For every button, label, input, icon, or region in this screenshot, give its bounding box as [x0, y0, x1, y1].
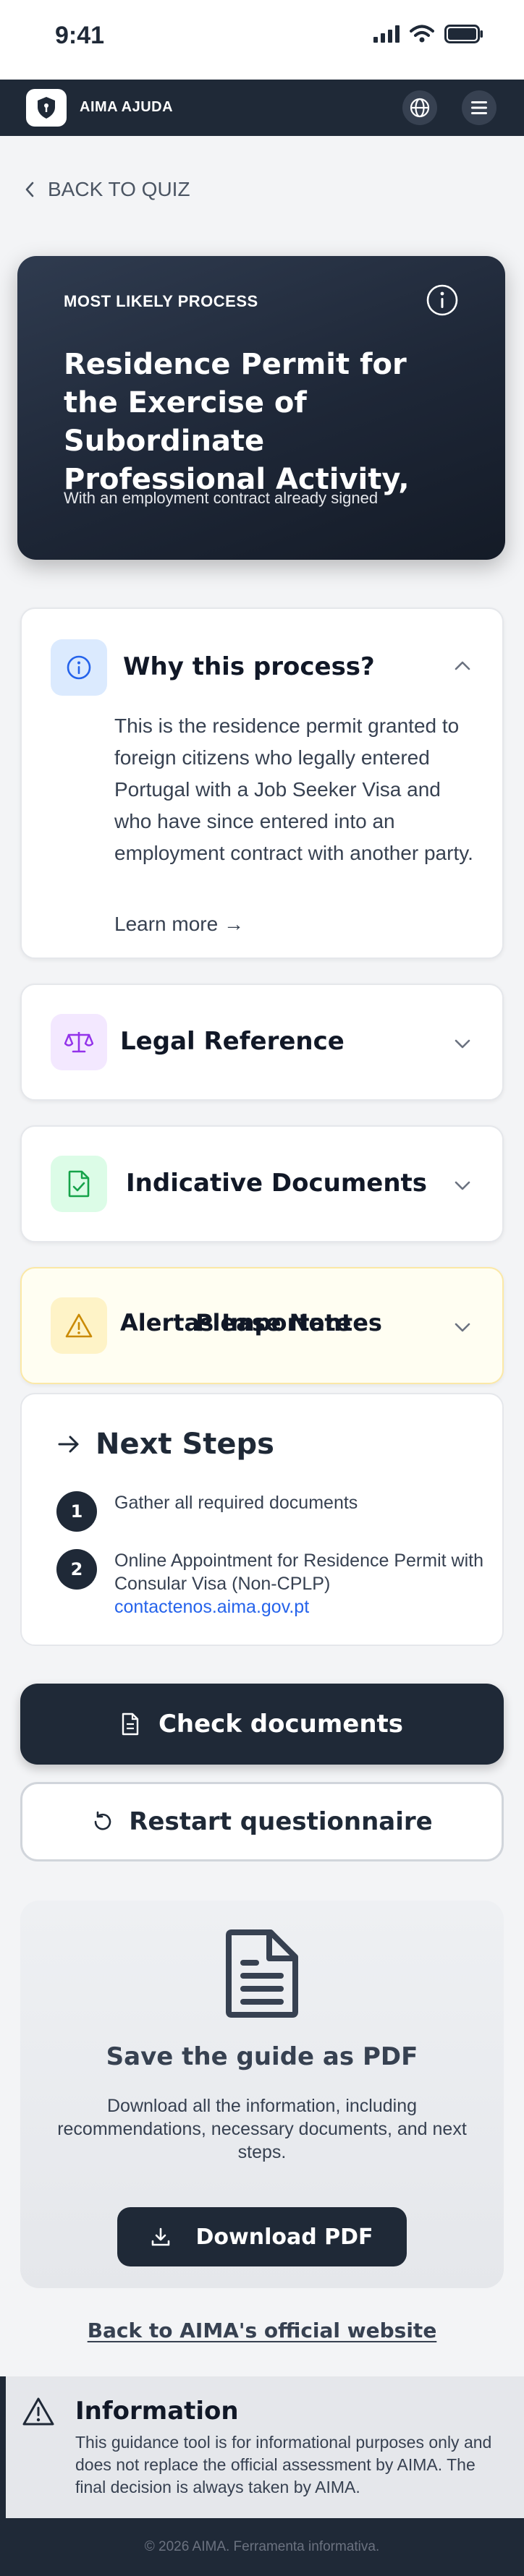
app-header: AIMA AJUDA: [0, 80, 524, 136]
scales-icon: [64, 1032, 93, 1053]
result-eyebrow: MOST LIKELY PROCESS: [64, 292, 258, 310]
chevron-left-icon: [25, 182, 34, 197]
alert-icon-box: [51, 1297, 107, 1354]
please-note-title: Please Note: [195, 1309, 352, 1336]
result-subtitle: With an employment contract already sign…: [64, 489, 379, 507]
hamburger-menu-icon: [471, 101, 487, 114]
step-number: 2: [56, 1549, 97, 1590]
footer-text: © 2026 AIMA. Ferramenta informativa.: [144, 2539, 380, 2554]
step-number: 1: [56, 1491, 97, 1532]
why-icon-box: [51, 639, 107, 696]
chevron-down-icon[interactable]: [450, 1173, 475, 1198]
shield-icon: [38, 97, 55, 119]
clock: 9:41: [55, 22, 105, 49]
status-icons: [373, 25, 483, 43]
warning-triangle-icon: [22, 2397, 54, 2426]
download-pdf-button[interactable]: Download PDF: [117, 2207, 407, 2266]
document-icon: [122, 1713, 139, 1736]
learn-more-link[interactable]: Learn more →: [114, 913, 244, 936]
save-pdf-title: Save the guide as PDF: [106, 2042, 418, 2071]
wifi-icon: [410, 25, 434, 43]
restart-icon: [94, 1811, 111, 1830]
next-step-item: 2 Online Appointment for Residence Permi…: [56, 1549, 491, 1618]
app-name: AIMA AJUDA: [80, 99, 174, 115]
information-notice: Information This guidance tool is for in…: [0, 2376, 524, 2518]
info-icon[interactable]: [426, 283, 459, 317]
why-process-card: Why this process? This is the residence …: [20, 607, 504, 959]
official-website-link[interactable]: Back to AIMA's official website: [0, 2319, 524, 2342]
save-pdf-section: Save the guide as PDF Download all the i…: [20, 1901, 504, 2288]
appointment-link[interactable]: contactenos.aima.gov.pt: [114, 1595, 491, 1618]
step-text: Online Appointment for Residence Permit …: [114, 1551, 483, 1594]
chevron-down-icon[interactable]: [450, 1315, 475, 1339]
information-text: This guidance tool is for informational …: [75, 2433, 492, 2496]
download-icon: [152, 2227, 170, 2246]
footer: © 2026 AIMA. Ferramenta informativa.: [0, 2518, 524, 2576]
arrow-right-icon: [58, 1436, 79, 1453]
info-circle-icon: [67, 655, 91, 680]
menu-button[interactable]: [462, 90, 496, 125]
result-card: MOST LIKELY PROCESS Residence Permit for…: [17, 256, 505, 560]
step-content: Online Appointment for Residence Permit …: [114, 1549, 491, 1618]
save-pdf-description: Download all the information, including …: [57, 2096, 467, 2162]
back-to-quiz-link[interactable]: BACK TO QUIZ: [25, 178, 190, 201]
next-step-item: 1 Gather all required documents: [56, 1491, 491, 1532]
restart-questionnaire-label: Restart questionnaire: [129, 1807, 433, 1836]
next-steps-card: Next Steps 1 Gather all required documen…: [20, 1393, 504, 1646]
documents-icon-box: [51, 1156, 107, 1212]
globe-icon: [410, 98, 430, 118]
why-process-title[interactable]: Why this process?: [123, 652, 375, 681]
legal-reference-title: Legal Reference: [120, 1027, 345, 1056]
legal-reference-card[interactable]: Legal Reference: [20, 984, 504, 1101]
app-logo[interactable]: [26, 89, 67, 127]
document-check-icon: [68, 1170, 90, 1198]
language-button[interactable]: [402, 90, 437, 125]
indicative-documents-title: Indicative Documents: [126, 1169, 428, 1198]
important-alerts-card[interactable]: Alertas Importantes Please Note: [20, 1267, 504, 1384]
next-steps-title: Next Steps: [96, 1428, 274, 1461]
signal-icon: [373, 25, 400, 43]
check-documents-button[interactable]: Check documents: [20, 1684, 504, 1765]
step-text: Gather all required documents: [114, 1493, 358, 1513]
battery-icon: [444, 25, 483, 43]
restart-questionnaire-button[interactable]: Restart questionnaire: [20, 1782, 504, 1861]
download-pdf-label: Download PDF: [195, 2224, 373, 2250]
next-steps-header: Next Steps: [56, 1428, 274, 1461]
chevron-down-icon[interactable]: [450, 1031, 475, 1056]
why-process-text: This is the residence permit granted to …: [114, 715, 473, 864]
back-to-quiz-label: BACK TO QUIZ: [48, 178, 190, 200]
warning-triangle-icon: [65, 1313, 93, 1338]
information-title: Information: [75, 2397, 239, 2426]
legal-icon-box: [51, 1014, 107, 1070]
chevron-up-icon[interactable]: [450, 654, 475, 678]
document-icon: [226, 1929, 298, 2018]
indicative-documents-card[interactable]: Indicative Documents: [20, 1125, 504, 1242]
status-bar: 9:41: [0, 0, 524, 80]
check-documents-label: Check documents: [158, 1710, 404, 1739]
result-title: Residence Permit for the Exercise of Sub…: [64, 348, 410, 496]
